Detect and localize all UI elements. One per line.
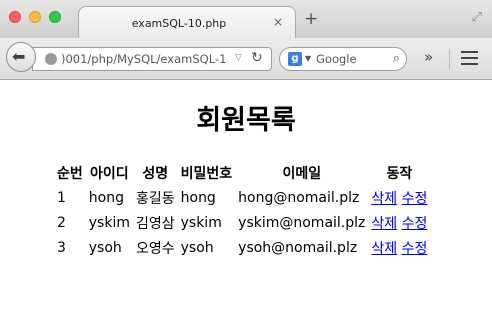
chevron-down-icon[interactable]: ▽ [235, 53, 242, 63]
column-header-no: 순번 [57, 165, 83, 182]
window-maximize-button[interactable] [49, 11, 61, 23]
cell-actions: 삭제 수정 [368, 210, 430, 235]
search-engine-dropdown-icon[interactable]: ▼ [305, 54, 311, 63]
browser-titlebar: examSQL-10.php × + ⤢ [0, 0, 492, 39]
delete-link[interactable]: 삭제 [371, 191, 397, 207]
cell-name: 김영삼 [135, 215, 175, 232]
column-header-name: 성명 [142, 165, 169, 182]
column-header-password: 비밀번호 [180, 165, 233, 182]
cell-no: 1 [57, 189, 66, 206]
table-row: 2 yskim 김영삼 yskim yskim@nomail.plz 삭제 수정 [54, 210, 430, 235]
delete-link[interactable]: 삭제 [371, 216, 397, 232]
cell-id: hong [88, 189, 124, 206]
cell-password: ysoh [180, 239, 214, 256]
cell-id: ysoh [88, 239, 122, 256]
edit-link[interactable]: 수정 [402, 191, 428, 207]
delete-link[interactable]: 삭제 [371, 241, 397, 257]
tab-title: examSQL-10.php [131, 17, 227, 30]
page-title: 회원목록 [196, 105, 296, 136]
column-header-action: 동작 [386, 165, 413, 182]
reload-icon[interactable]: ↻ [251, 50, 263, 66]
cell-actions: 삭제 수정 [368, 185, 430, 210]
cell-no: 3 [57, 239, 66, 256]
cell-email: yskim@nomail.plz [238, 214, 366, 231]
cell-email: hong@nomail.plz [238, 189, 360, 206]
cell-name: 오영수 [135, 240, 175, 257]
edit-link[interactable]: 수정 [402, 216, 428, 232]
navigation-toolbar: )001/php/MySQL/examSQL-1 ▽ ↻ ⬅ g ▼ Googl… [0, 38, 492, 80]
search-bar[interactable]: g ▼ Google ⌕ [279, 47, 407, 71]
cell-name: 홍길동 [135, 190, 175, 207]
cell-id: yskim [88, 214, 130, 231]
cell-actions: 삭제 수정 [368, 235, 430, 260]
browser-tab[interactable]: examSQL-10.php × [78, 6, 296, 39]
fullscreen-icon[interactable]: ⤢ [472, 11, 482, 24]
window-minimize-button[interactable] [29, 11, 41, 23]
search-input[interactable]: Google [316, 52, 357, 66]
hamburger-menu-icon[interactable] [461, 51, 478, 69]
google-logo-icon[interactable]: g [288, 52, 302, 66]
table-header-row: 순번 아이디 성명 비밀번호 이메일 동작 [54, 160, 430, 185]
edit-link[interactable]: 수정 [402, 241, 428, 257]
new-tab-button[interactable]: + [304, 11, 318, 28]
overflow-chevron-icon[interactable]: » [424, 48, 433, 66]
back-arrow-icon: ⬅ [12, 47, 26, 66]
url-text[interactable]: )001/php/MySQL/examSQL-1 [61, 52, 226, 66]
column-header-id: 아이디 [90, 165, 129, 182]
cell-password: hong [180, 189, 216, 206]
window-close-button[interactable] [9, 11, 21, 23]
back-button[interactable]: ⬅ [6, 42, 36, 72]
url-bar[interactable]: )001/php/MySQL/examSQL-1 ▽ ↻ [32, 47, 272, 71]
cell-password: yskim [180, 214, 222, 231]
globe-icon [45, 53, 57, 65]
tab-close-icon[interactable]: × [273, 15, 283, 29]
table-row: 3 ysoh 오영수 ysoh ysoh@nomail.plz 삭제 수정 [54, 235, 430, 260]
column-header-email: 이메일 [282, 165, 322, 182]
member-table: 순번 아이디 성명 비밀번호 이메일 동작 1 hong 홍길동 hong ho… [54, 160, 430, 260]
search-icon[interactable]: ⌕ [393, 51, 400, 67]
cell-no: 2 [57, 214, 66, 231]
table-row: 1 hong 홍길동 hong hong@nomail.plz 삭제 수정 [54, 185, 430, 210]
cell-email: ysoh@nomail.plz [238, 239, 358, 256]
toolbar-divider [449, 49, 450, 69]
